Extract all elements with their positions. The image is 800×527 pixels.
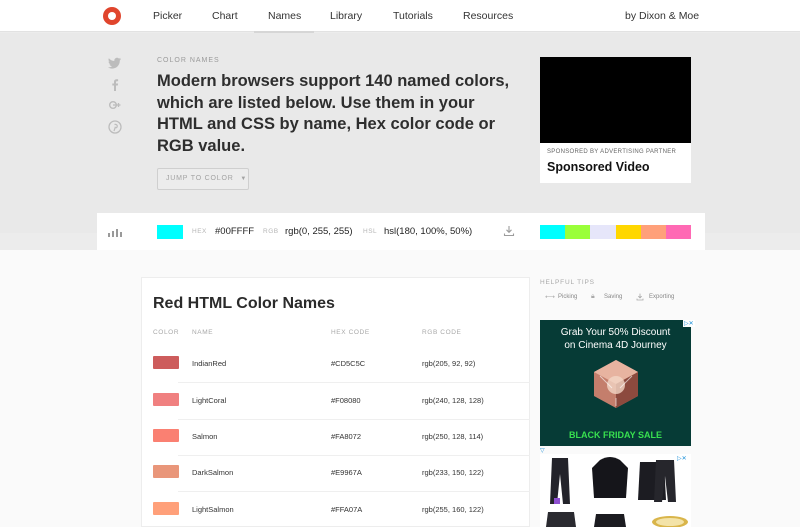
sponsored-video-ad[interactable]: SPONSORED BY ADVERTISING PARTNER Sponsor… xyxy=(540,57,691,183)
selected-color-bar: HEX #00FFFF RGB rgb(0, 255, 255) HSL hsl… xyxy=(97,213,705,250)
color-name-cell[interactable]: Salmon xyxy=(192,432,217,441)
hsl-label: HSL xyxy=(363,228,378,235)
rgb-code-cell[interactable]: rgb(233, 150, 122) xyxy=(422,468,484,477)
row-divider xyxy=(178,491,530,492)
color-swatch[interactable] xyxy=(153,356,179,369)
palette-swatch[interactable] xyxy=(540,225,566,239)
nav-library[interactable]: Library xyxy=(330,10,362,22)
eyebrow-label: COLOR NAMES xyxy=(157,57,220,64)
palette-swatch[interactable] xyxy=(640,225,666,239)
caret-down-icon: ▼ xyxy=(240,176,248,182)
ad-choices-icon[interactable]: ▷✕ xyxy=(683,320,695,327)
hex-label: HEX xyxy=(192,228,207,235)
clothing-ad[interactable] xyxy=(540,454,691,527)
hex-code-cell[interactable]: #F08080 xyxy=(331,396,361,405)
video-player[interactable] xyxy=(540,57,691,143)
tip-picking[interactable]: Picking xyxy=(558,294,577,300)
palette-swatch[interactable] xyxy=(565,225,591,239)
rgb-value[interactable]: rgb(0, 255, 255) xyxy=(285,226,353,237)
twitter-icon[interactable] xyxy=(108,56,122,70)
hex-value[interactable]: #00FFFF xyxy=(215,226,254,237)
rgb-code-cell[interactable]: rgb(255, 160, 122) xyxy=(422,505,484,514)
clothing-products-image xyxy=(546,457,688,527)
color-name-cell[interactable]: LightSalmon xyxy=(192,505,234,514)
facebook-icon[interactable] xyxy=(108,78,122,92)
jump-to-color-dropdown[interactable]: JUMP TO COLOR ▼ xyxy=(157,168,249,190)
color-swatch[interactable] xyxy=(153,429,179,442)
column-header-hex: HEX CODE xyxy=(331,329,370,336)
nav-picker[interactable]: Picker xyxy=(153,10,182,22)
move-icon: ⟷ xyxy=(545,294,556,301)
tip-exporting[interactable]: Exporting xyxy=(649,294,674,300)
google-plus-icon[interactable] xyxy=(108,99,122,113)
row-divider xyxy=(178,382,530,383)
top-nav: Picker Chart Names Library Tutorials Res… xyxy=(0,0,800,33)
sponsor-line: SPONSORED BY ADVERTISING PARTNER xyxy=(547,149,677,155)
hex-code-cell[interactable]: #E9967A xyxy=(331,468,362,477)
hex-code-cell[interactable]: #FA8072 xyxy=(331,432,361,441)
byline-link[interactable]: by Dixon & Moe xyxy=(625,10,699,22)
black-friday-cta[interactable]: BLACK FRIDAY SALE xyxy=(540,430,691,440)
ad-copy-line-2: on Cinema 4D Journey xyxy=(564,340,667,351)
sponsored-video-title[interactable]: Sponsored Video xyxy=(547,160,650,174)
export-icon xyxy=(636,293,644,301)
ad-copy: Grab Your 50% Discount on Cinema 4D Jour… xyxy=(540,326,691,352)
color-name-cell[interactable]: IndianRed xyxy=(192,359,226,368)
rgb-code-cell[interactable]: rgb(250, 128, 114) xyxy=(422,432,483,441)
bar-chart-icon[interactable] xyxy=(108,229,122,237)
row-divider xyxy=(178,455,530,456)
column-header-rgb: RGB CODE xyxy=(422,329,462,336)
palette-swatch[interactable] xyxy=(615,225,641,239)
table-title: Red HTML Color Names xyxy=(153,295,335,312)
download-icon[interactable] xyxy=(503,225,515,237)
lock-icon: 🔒︎ xyxy=(591,293,595,300)
color-swatch[interactable] xyxy=(153,393,179,406)
hex-code-cell[interactable]: #CD5C5C xyxy=(331,359,365,368)
rgb-label: RGB xyxy=(263,228,279,235)
palette-swatch[interactable] xyxy=(590,225,616,239)
nav-chart[interactable]: Chart xyxy=(212,10,238,22)
color-name-cell[interactable]: DarkSalmon xyxy=(192,468,233,477)
nav-tutorials[interactable]: Tutorials xyxy=(393,10,433,22)
rgb-code-cell[interactable]: rgb(205, 92, 92) xyxy=(422,359,475,368)
nav-resources[interactable]: Resources xyxy=(463,10,513,22)
tip-saving[interactable]: Saving xyxy=(604,294,622,300)
ad-close-icon[interactable]: ▷✕ xyxy=(677,455,687,462)
recent-colors-palette xyxy=(540,225,692,239)
row-divider xyxy=(178,419,530,420)
color-name-cell[interactable]: LightCoral xyxy=(192,396,226,405)
column-header-color: COLOR xyxy=(153,329,180,336)
color-swatch[interactable] xyxy=(153,502,179,515)
logo-icon[interactable] xyxy=(103,7,121,25)
helpful-tips-title: HELPFUL TIPS xyxy=(540,279,595,286)
ad-copy-line-1: Grab Your 50% Discount xyxy=(560,327,671,338)
cinema-4d-ad[interactable]: Grab Your 50% Discount on Cinema 4D Jour… xyxy=(540,320,691,446)
column-header-name: NAME xyxy=(192,329,214,336)
cinema-cube-image xyxy=(594,360,638,408)
current-color-swatch[interactable] xyxy=(157,225,183,239)
page-headline: Modern browsers support 140 named colors… xyxy=(157,72,510,155)
palette-swatch[interactable] xyxy=(665,225,692,239)
ad-marker-icon[interactable]: ▽ xyxy=(540,447,545,454)
rgb-code-cell[interactable]: rgb(240, 128, 128) xyxy=(422,396,484,405)
pinterest-icon[interactable] xyxy=(108,120,122,134)
jump-to-color-label: JUMP TO COLOR xyxy=(166,175,234,182)
nav-names[interactable]: Names xyxy=(268,10,301,22)
hsl-value[interactable]: hsl(180, 100%, 50%) xyxy=(384,226,472,237)
hex-code-cell[interactable]: #FFA07A xyxy=(331,505,362,514)
color-swatch[interactable] xyxy=(153,465,179,478)
